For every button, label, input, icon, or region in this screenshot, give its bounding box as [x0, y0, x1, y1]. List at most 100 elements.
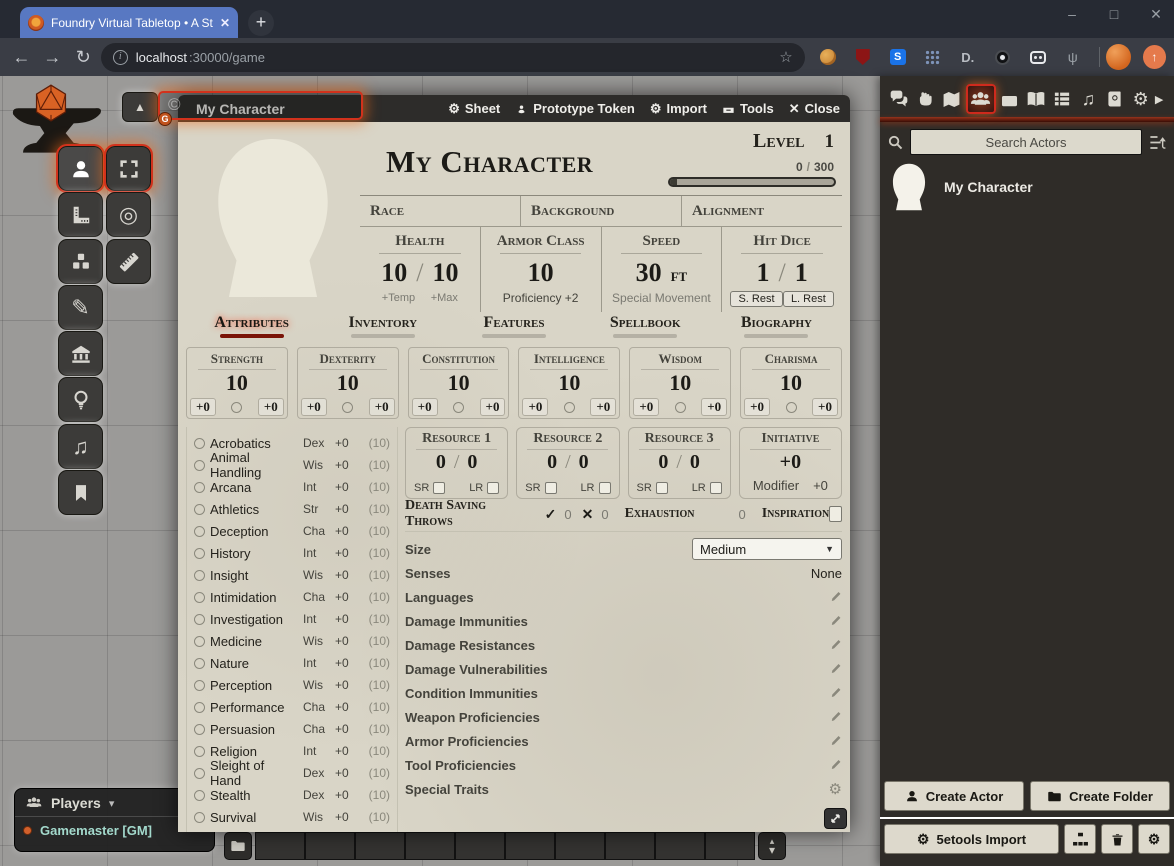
ability-save[interactable]: +0 — [369, 398, 395, 416]
tools-button[interactable]: Tools — [722, 101, 774, 116]
skill-row[interactable]: IntimidationCha+0(10) — [194, 586, 390, 608]
tab-scenes-icon[interactable] — [939, 86, 963, 112]
skill-proficiency-toggle[interactable] — [194, 482, 205, 493]
macro-slot[interactable] — [605, 832, 655, 860]
edit-icon[interactable] — [827, 710, 842, 725]
skill-row[interactable]: AthleticsStr+0(10) — [194, 498, 390, 520]
tab-attributes[interactable]: Attributes — [186, 314, 317, 344]
skill-proficiency-toggle[interactable] — [194, 526, 205, 537]
prototype-token-button[interactable]: Prototype Token — [515, 101, 635, 116]
edit-icon[interactable] — [827, 758, 842, 773]
d-extension-icon[interactable]: D. — [959, 48, 977, 66]
save-proficiency-toggle[interactable] — [231, 402, 242, 413]
ability-save[interactable]: +0 — [590, 398, 616, 416]
resource-max[interactable]: 0 — [579, 451, 589, 474]
ability-save[interactable]: +0 — [258, 398, 284, 416]
special-movement-link[interactable]: Special Movement — [602, 291, 722, 305]
bookmark-star-icon[interactable]: ☆ — [779, 48, 792, 66]
tiles-tool-button[interactable] — [58, 239, 103, 284]
save-proficiency-toggle[interactable] — [453, 402, 464, 413]
folder-tree-button[interactable] — [1064, 824, 1096, 854]
save-proficiency-toggle[interactable] — [564, 402, 575, 413]
skill-row[interactable]: NatureInt+0(10) — [194, 652, 390, 674]
skill-proficiency-toggle[interactable] — [194, 592, 205, 603]
notes-tool-button[interactable] — [58, 470, 103, 515]
level-value[interactable]: 1 — [825, 131, 835, 153]
long-rest-checkbox[interactable] — [487, 482, 499, 494]
skill-row[interactable]: PersuasionCha+0(10) — [194, 718, 390, 740]
death-success-count[interactable]: 0 — [564, 507, 571, 522]
collapse-controls-button[interactable]: ▲ — [122, 92, 158, 122]
ability-score-input[interactable]: 10 — [519, 370, 619, 396]
save-proficiency-toggle[interactable] — [786, 402, 797, 413]
tab-journal-icon[interactable] — [1024, 86, 1048, 112]
search-input[interactable] — [910, 129, 1142, 155]
delete-button[interactable] — [1101, 824, 1133, 854]
close-sheet-button[interactable]: ✕Close — [789, 101, 840, 116]
edit-icon[interactable] — [827, 734, 842, 749]
macro-folder-button[interactable] — [224, 832, 252, 860]
skill-proficiency-toggle[interactable] — [194, 658, 205, 669]
lens-extension-icon[interactable] — [994, 48, 1012, 66]
5etools-import-button[interactable]: ⚙5etools Import — [884, 824, 1059, 854]
window-resize-handle[interactable] — [824, 808, 847, 829]
tab-settings-icon[interactable]: ⚙ — [1129, 86, 1153, 112]
minimize-button[interactable]: – — [1064, 6, 1080, 23]
select-tokens-tool-button[interactable] — [106, 146, 151, 191]
edit-icon[interactable] — [827, 686, 842, 701]
lighting-tool-button[interactable] — [58, 377, 103, 422]
skill-proficiency-toggle[interactable] — [194, 438, 205, 449]
skill-row[interactable]: InsightWis+0(10) — [194, 564, 390, 586]
tab-spellbook[interactable]: Spellbook — [580, 314, 711, 344]
inspiration-checkbox[interactable] — [829, 506, 842, 522]
skill-proficiency-toggle[interactable] — [194, 702, 205, 713]
macro-slot[interactable] — [555, 832, 605, 860]
sheet-config-button[interactable]: ⚙Sheet — [448, 101, 500, 116]
edit-icon[interactable] — [827, 590, 842, 605]
death-fail-count[interactable]: 0 — [601, 507, 608, 522]
macro-slot[interactable] — [405, 832, 455, 860]
death-fail-icon[interactable]: ✕ — [582, 506, 594, 523]
macro-slot[interactable] — [305, 832, 355, 860]
cookie-extension-icon[interactable] — [819, 48, 837, 66]
sheet-titlebar[interactable]: My Character ⚙Sheet Prototype Token ⚙Imp… — [178, 95, 850, 122]
long-rest-checkbox[interactable] — [599, 482, 611, 494]
actor-avatar[interactable]: .sidebar .h-eye{fill:#2f2c28}.sidebar .h… — [886, 162, 932, 212]
token-tool-button[interactable] — [58, 146, 103, 191]
page-down-icon[interactable]: ▾ — [769, 846, 775, 855]
ability-save[interactable]: +0 — [812, 398, 838, 416]
grid-extension-icon[interactable] — [924, 48, 942, 66]
ability-score-input[interactable]: 10 — [187, 370, 287, 396]
skill-proficiency-toggle[interactable] — [194, 746, 205, 757]
tab-combat-icon[interactable] — [913, 86, 937, 112]
skill-proficiency-toggle[interactable] — [194, 614, 205, 625]
skill-proficiency-toggle[interactable] — [194, 460, 205, 471]
players-collapse-icon[interactable]: ▾ — [109, 797, 115, 810]
resource-max[interactable]: 0 — [467, 451, 477, 474]
site-info-icon[interactable]: i — [113, 50, 128, 65]
macro-slot[interactable] — [255, 832, 305, 860]
ability-score-input[interactable]: 10 — [409, 370, 509, 396]
macro-slot[interactable] — [505, 832, 555, 860]
character-portrait[interactable]: .p-b{fill:#ebe8da}.p-e{fill:#cfccbd}.p-n… — [186, 128, 360, 308]
ability-score-input[interactable]: 10 — [741, 370, 841, 396]
skill-row[interactable]: MedicineWis+0(10) — [194, 630, 390, 652]
skill-proficiency-toggle[interactable] — [194, 768, 205, 779]
alignment-field[interactable]: Alignment — [682, 196, 842, 226]
macro-slot[interactable] — [455, 832, 505, 860]
edit-icon[interactable] — [827, 614, 842, 629]
skill-row[interactable]: HistoryInt+0(10) — [194, 542, 390, 564]
skill-proficiency-toggle[interactable] — [194, 680, 205, 691]
skill-row[interactable]: Animal HandlingWis+0(10) — [194, 454, 390, 476]
ability-save[interactable]: +0 — [480, 398, 506, 416]
death-success-icon[interactable]: ✓ — [545, 506, 557, 523]
reload-button[interactable]: ↻ — [68, 47, 99, 68]
tab-actors-icon[interactable] — [966, 84, 996, 114]
fork-extension-icon[interactable]: ψ — [1064, 48, 1082, 66]
tab-tables-icon[interactable] — [1050, 86, 1074, 112]
hit-dice-current[interactable]: 1 — [757, 258, 770, 288]
hp-current-input[interactable]: 10 — [381, 258, 407, 288]
maximize-button[interactable]: □ — [1106, 6, 1122, 23]
skill-proficiency-toggle[interactable] — [194, 636, 205, 647]
hotbar-page-buttons[interactable]: ▴ ▾ — [758, 832, 786, 860]
